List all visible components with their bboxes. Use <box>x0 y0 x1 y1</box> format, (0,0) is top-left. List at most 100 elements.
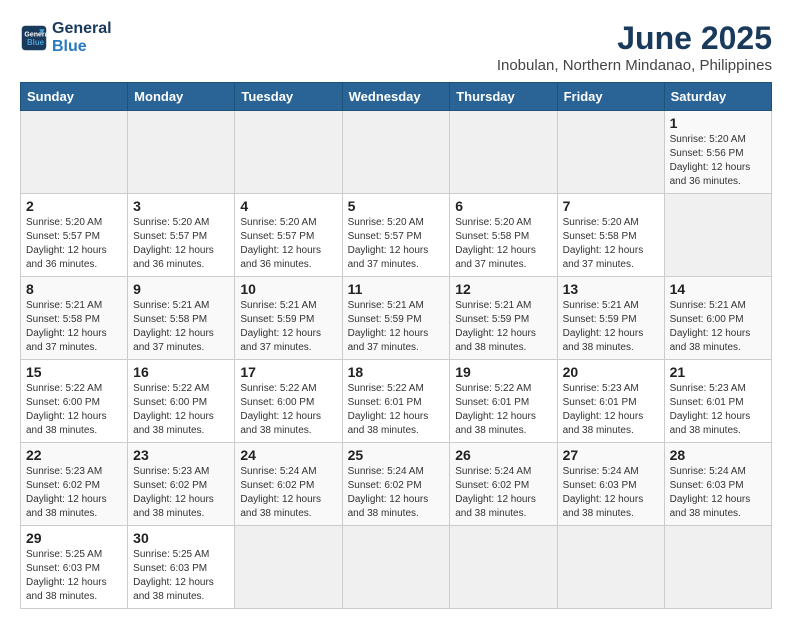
day-number: 9 <box>133 281 229 297</box>
day-info: Sunrise: 5:23 AM Sunset: 6:02 PM Dayligh… <box>26 465 122 521</box>
day-number: 5 <box>348 198 445 214</box>
day-info: Sunrise: 5:22 AM Sunset: 6:00 PM Dayligh… <box>133 382 229 438</box>
day-number: 30 <box>133 530 229 546</box>
calendar-cell-empty <box>21 111 128 194</box>
day-header-thursday: Thursday <box>450 83 557 111</box>
logo-text-line1: General <box>52 20 112 38</box>
calendar-cell: 24Sunrise: 5:24 AM Sunset: 6:02 PM Dayli… <box>235 443 342 526</box>
calendar-cell-empty <box>557 526 664 609</box>
calendar-cell: 21Sunrise: 5:23 AM Sunset: 6:01 PM Dayli… <box>664 360 771 443</box>
logo-text-line2: Blue <box>52 38 112 56</box>
day-info: Sunrise: 5:23 AM Sunset: 6:02 PM Dayligh… <box>133 465 229 521</box>
day-info: Sunrise: 5:21 AM Sunset: 5:59 PM Dayligh… <box>348 299 445 355</box>
calendar-cell-empty <box>342 526 450 609</box>
day-info: Sunrise: 5:22 AM Sunset: 6:01 PM Dayligh… <box>455 382 551 438</box>
calendar-cell-empty <box>664 194 771 277</box>
day-info: Sunrise: 5:20 AM Sunset: 5:57 PM Dayligh… <box>240 216 336 272</box>
title-area: June 2025 Inobulan, Northern Mindanao, P… <box>497 20 772 74</box>
day-number: 17 <box>240 364 336 380</box>
day-header-wednesday: Wednesday <box>342 83 450 111</box>
calendar-week-0: 1 Sunrise: 5:20 AM Sunset: 5:56 PM Daylig… <box>21 111 772 194</box>
day-info: Sunrise: 5:20 AM Sunset: 5:57 PM Dayligh… <box>348 216 445 272</box>
calendar-cell: 27 Sunrise: 5:24 AM Sunset: 6:03 PM Dayli… <box>557 443 664 526</box>
day-info: Sunrise: 5:20 AM Sunset: 5:57 PM Dayligh… <box>133 216 229 272</box>
day-info: Sunrise: 5:21 AM Sunset: 5:58 PM Dayligh… <box>133 299 229 355</box>
calendar-cell: 6 Sunrise: 5:20 AM Sunset: 5:58 PM Daylig… <box>450 194 557 277</box>
day-number: 2 <box>26 198 122 214</box>
calendar-cell-empty <box>342 111 450 194</box>
day-number: 13 <box>563 281 659 297</box>
day-number: 7 <box>563 198 659 214</box>
calendar-cell: 19 Sunrise: 5:22 AM Sunset: 6:01 PM Dayli… <box>450 360 557 443</box>
calendar-cell: 29 Sunrise: 5:25 AM Sunset: 6:03 PM Dayli… <box>21 526 128 609</box>
calendar-table: SundayMondayTuesdayWednesdayThursdayFrid… <box>20 82 772 609</box>
day-number: 28 <box>670 447 766 463</box>
day-info: Sunrise: 5:22 AM Sunset: 6:01 PM Dayligh… <box>348 382 445 438</box>
day-number: 4 <box>240 198 336 214</box>
header: General Blue General Blue June 2025 Inob… <box>20 20 772 74</box>
calendar-cell: 18 Sunrise: 5:22 AM Sunset: 6:01 PM Dayli… <box>342 360 450 443</box>
day-info: Sunrise: 5:20 AM Sunset: 5:57 PM Dayligh… <box>26 216 122 272</box>
day-info: Sunrise: 5:24 AM Sunset: 6:02 PM Dayligh… <box>240 465 336 521</box>
day-info: Sunrise: 5:20 AM Sunset: 5:56 PM Dayligh… <box>670 133 766 189</box>
day-number: 8 <box>26 281 122 297</box>
calendar-cell: 4 Sunrise: 5:20 AM Sunset: 5:57 PM Daylig… <box>235 194 342 277</box>
day-info: Sunrise: 5:22 AM Sunset: 6:00 PM Dayligh… <box>240 382 336 438</box>
calendar-cell: 2 Sunrise: 5:20 AM Sunset: 5:57 PM Daylig… <box>21 194 128 277</box>
day-header-sunday: Sunday <box>21 83 128 111</box>
day-info: Sunrise: 5:24 AM Sunset: 6:03 PM Dayligh… <box>670 465 766 521</box>
calendar-cell: 30Sunrise: 5:25 AM Sunset: 6:03 PM Dayli… <box>128 526 235 609</box>
day-info: Sunrise: 5:25 AM Sunset: 6:03 PM Dayligh… <box>26 548 122 604</box>
calendar-cell: 14Sunrise: 5:21 AM Sunset: 6:00 PM Dayli… <box>664 277 771 360</box>
day-number: 19 <box>455 364 551 380</box>
calendar-cell-empty <box>235 111 342 194</box>
calendar-subtitle: Inobulan, Northern Mindanao, Philippines <box>497 57 772 74</box>
day-number: 27 <box>563 447 659 463</box>
day-number: 3 <box>133 198 229 214</box>
day-info: Sunrise: 5:21 AM Sunset: 5:59 PM Dayligh… <box>563 299 659 355</box>
day-header-saturday: Saturday <box>664 83 771 111</box>
day-info: Sunrise: 5:20 AM Sunset: 5:58 PM Dayligh… <box>455 216 551 272</box>
day-number: 25 <box>348 447 445 463</box>
calendar-week-2: 8 Sunrise: 5:21 AM Sunset: 5:58 PM Daylig… <box>21 277 772 360</box>
calendar-cell-empty <box>557 111 664 194</box>
calendar-cell-empty <box>128 111 235 194</box>
calendar-cell: 11Sunrise: 5:21 AM Sunset: 5:59 PM Dayli… <box>342 277 450 360</box>
day-number: 18 <box>348 364 445 380</box>
day-header-tuesday: Tuesday <box>235 83 342 111</box>
logo-icon: General Blue <box>20 24 48 52</box>
day-number: 1 <box>670 115 766 131</box>
day-number: 26 <box>455 447 551 463</box>
calendar-week-3: 15 Sunrise: 5:22 AM Sunset: 6:00 PM Dayli… <box>21 360 772 443</box>
calendar-cell: 9 Sunrise: 5:21 AM Sunset: 5:58 PM Daylig… <box>128 277 235 360</box>
calendar-cell: 13 Sunrise: 5:21 AM Sunset: 5:59 PM Dayli… <box>557 277 664 360</box>
day-number: 14 <box>670 281 766 297</box>
day-number: 22 <box>26 447 122 463</box>
day-info: Sunrise: 5:23 AM Sunset: 6:01 PM Dayligh… <box>563 382 659 438</box>
calendar-cell-empty <box>450 111 557 194</box>
calendar-cell: 22 Sunrise: 5:23 AM Sunset: 6:02 PM Dayli… <box>21 443 128 526</box>
day-info: Sunrise: 5:23 AM Sunset: 6:01 PM Dayligh… <box>670 382 766 438</box>
day-info: Sunrise: 5:24 AM Sunset: 6:03 PM Dayligh… <box>563 465 659 521</box>
logo: General Blue General Blue <box>20 20 112 56</box>
calendar-cell: 10Sunrise: 5:21 AM Sunset: 5:59 PM Dayli… <box>235 277 342 360</box>
calendar-cell: 25Sunrise: 5:24 AM Sunset: 6:02 PM Dayli… <box>342 443 450 526</box>
day-number: 23 <box>133 447 229 463</box>
day-info: Sunrise: 5:21 AM Sunset: 5:58 PM Dayligh… <box>26 299 122 355</box>
day-number: 29 <box>26 530 122 546</box>
calendar-week-4: 22 Sunrise: 5:23 AM Sunset: 6:02 PM Dayli… <box>21 443 772 526</box>
day-info: Sunrise: 5:24 AM Sunset: 6:02 PM Dayligh… <box>455 465 551 521</box>
day-info: Sunrise: 5:22 AM Sunset: 6:00 PM Dayligh… <box>26 382 122 438</box>
calendar-cell-empty <box>664 526 771 609</box>
day-header-monday: Monday <box>128 83 235 111</box>
day-number: 6 <box>455 198 551 214</box>
calendar-cell: 1 Sunrise: 5:20 AM Sunset: 5:56 PM Daylig… <box>664 111 771 194</box>
calendar-cell: 12Sunrise: 5:21 AM Sunset: 5:59 PM Dayli… <box>450 277 557 360</box>
day-number: 15 <box>26 364 122 380</box>
calendar-cell: 8 Sunrise: 5:21 AM Sunset: 5:58 PM Daylig… <box>21 277 128 360</box>
header-row: SundayMondayTuesdayWednesdayThursdayFrid… <box>21 83 772 111</box>
calendar-cell: 17 Sunrise: 5:22 AM Sunset: 6:00 PM Dayli… <box>235 360 342 443</box>
calendar-cell: 20 Sunrise: 5:23 AM Sunset: 6:01 PM Dayli… <box>557 360 664 443</box>
calendar-cell: 28 Sunrise: 5:24 AM Sunset: 6:03 PM Dayli… <box>664 443 771 526</box>
day-number: 20 <box>563 364 659 380</box>
